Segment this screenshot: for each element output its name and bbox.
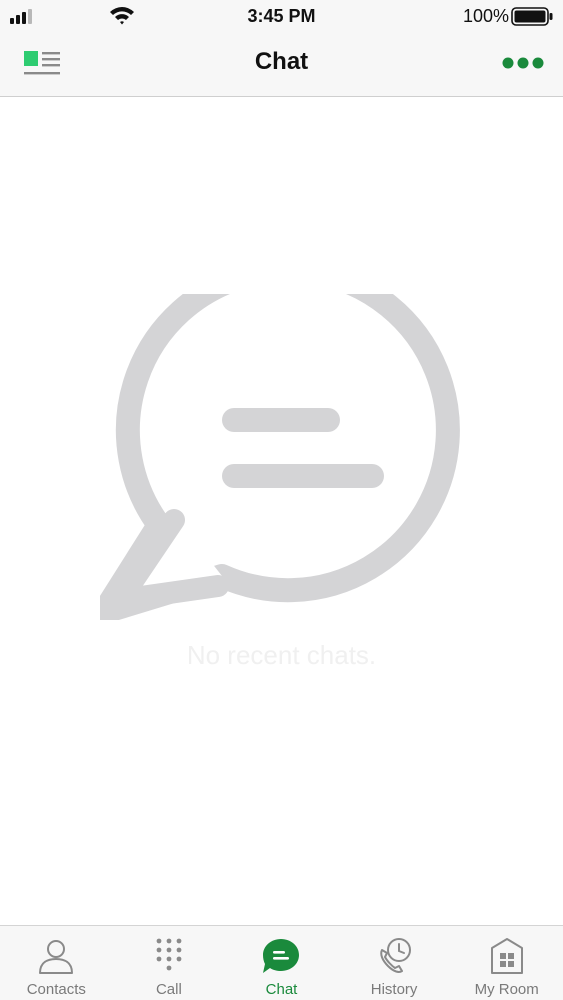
- contacts-icon: [39, 940, 74, 974]
- tab-label: Call: [155, 981, 182, 998]
- tab-chat[interactable]: Chat: [225, 926, 338, 1000]
- empty-message: No recent chats.: [186, 640, 377, 670]
- chat-bubble-icon: [100, 294, 460, 620]
- tab-label: Chat: [265, 981, 298, 998]
- battery-icon: [511, 7, 553, 26]
- page-title: Chat: [254, 48, 309, 75]
- tab-label: Contacts: [26, 981, 86, 998]
- status-bar: 3:45 PM 100%: [0, 0, 563, 34]
- sidebar-menu-icon[interactable]: [22, 48, 62, 78]
- empty-state: No recent chats.: [0, 98, 563, 924]
- my-room-icon: [490, 938, 523, 974]
- tab-contacts[interactable]: Contacts: [0, 926, 113, 1000]
- battery-percent: 100%: [462, 6, 509, 26]
- tab-bar: Contacts Call Chat History My Room: [0, 925, 563, 1000]
- tab-call[interactable]: Call: [113, 926, 226, 1000]
- dialpad-icon: [156, 938, 182, 971]
- nav-bar: Chat: [0, 34, 563, 97]
- chat-icon: [263, 939, 300, 973]
- tab-my-room[interactable]: My Room: [450, 926, 563, 1000]
- tab-label: History: [370, 981, 418, 998]
- tab-label: My Room: [474, 981, 539, 998]
- more-options-icon[interactable]: [501, 52, 545, 74]
- tab-history[interactable]: History: [338, 926, 451, 1000]
- history-icon: [380, 938, 412, 973]
